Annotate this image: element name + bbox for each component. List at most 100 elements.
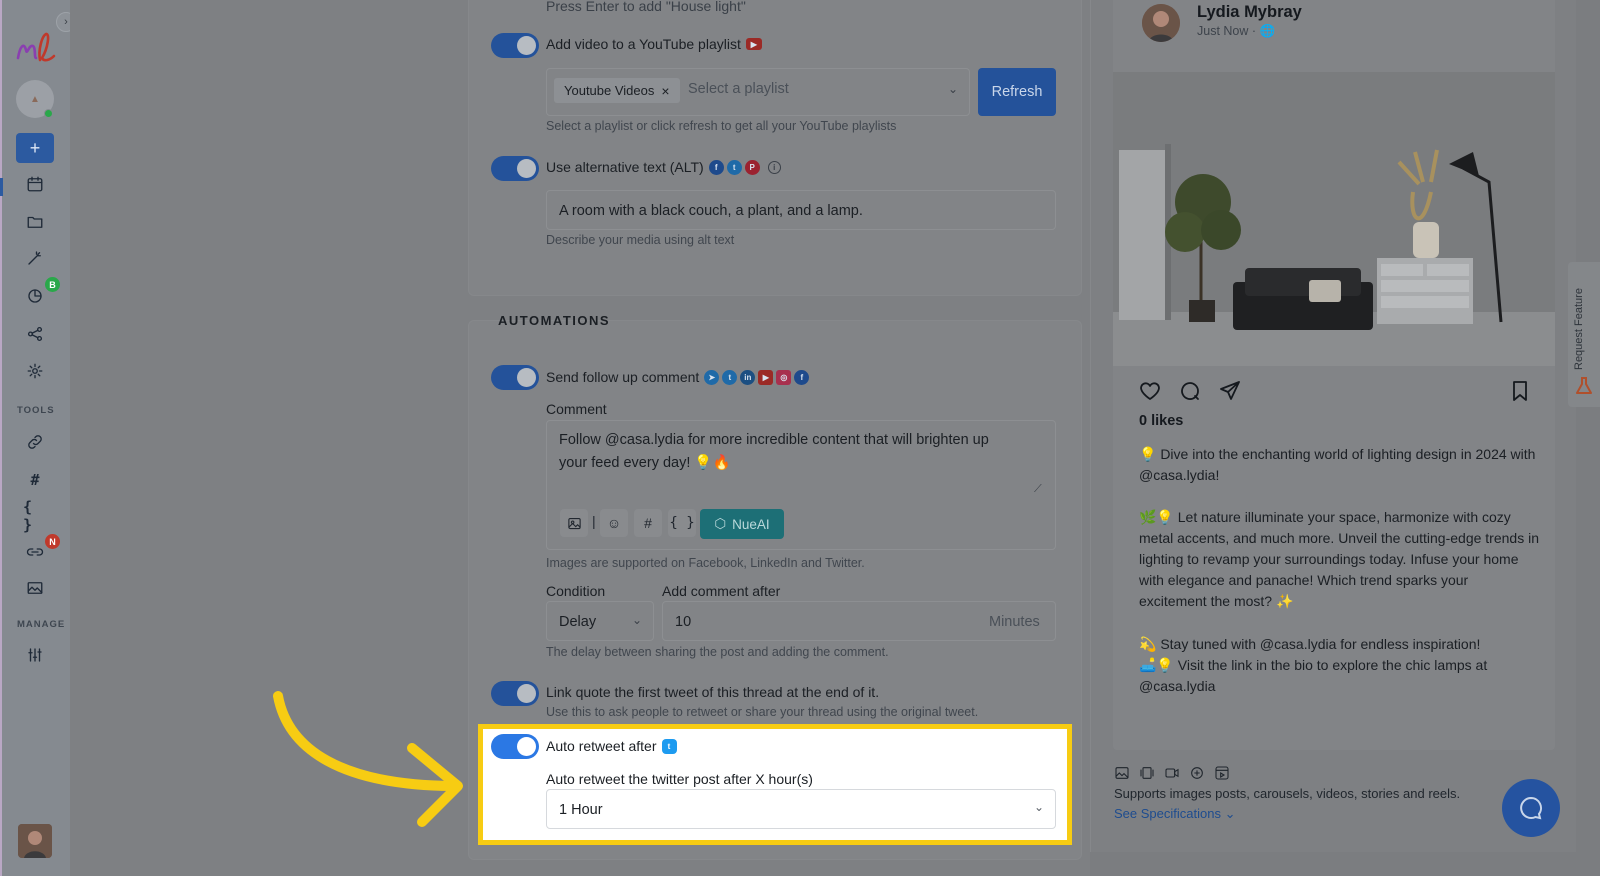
delay-value: 10: [675, 614, 692, 630]
linkedin-icon: in: [740, 369, 756, 385]
manage-section-label: MANAGE: [17, 619, 66, 630]
gear-icon[interactable]: [23, 359, 47, 383]
auto-retweet-label: Auto retweet after: [546, 738, 657, 754]
like-heart-icon[interactable]: [1138, 379, 1162, 408]
delay-hint: The delay between sharing the post and a…: [546, 645, 889, 659]
help-chat-button[interactable]: [1502, 779, 1560, 837]
send-icon[interactable]: [1218, 379, 1242, 408]
insert-image-icon[interactable]: [560, 509, 588, 537]
flask-icon: [1576, 377, 1592, 394]
online-status-dot: [44, 109, 53, 118]
follow-up-toggle[interactable]: [491, 365, 539, 390]
tools-section-label: TOOLS: [17, 405, 55, 416]
condition-value: Delay: [559, 614, 597, 630]
hashtag-icon[interactable]: #: [634, 509, 662, 537]
video-type-icon: [1165, 768, 1179, 778]
alt-text-toggle[interactable]: [491, 156, 539, 181]
carousel-type-icon: [1140, 767, 1154, 779]
youtube-toggle-label: Add video to a YouTube playlist: [546, 36, 741, 52]
chevron-down-icon[interactable]: ⌄: [632, 613, 642, 627]
playlist-hint: Select a playlist or click refresh to ge…: [546, 119, 897, 133]
analytics-badge: B: [45, 277, 60, 292]
caption-paragraph-3a: 💫 Stay tuned with @casa.lydia for endles…: [1139, 636, 1481, 652]
nueai-button[interactable]: ⬡ NueAI: [700, 509, 784, 539]
comment-bubble-icon[interactable]: [1178, 379, 1202, 408]
follow-up-row: Send follow up comment ➤ t in ▶ ◎ f: [546, 369, 810, 385]
post-image: [1113, 72, 1555, 366]
youtube-playlist-toggle[interactable]: [491, 33, 539, 58]
braces-icon[interactable]: { }: [668, 509, 696, 537]
shortlink-icon[interactable]: [23, 540, 47, 564]
chevron-down-icon[interactable]: ⌄: [948, 82, 958, 96]
supported-formats-text: Supports images posts, carousels, videos…: [1114, 786, 1461, 801]
braces-icon[interactable]: { }: [23, 498, 47, 534]
youtube-icon: ▶: [758, 369, 774, 385]
globe-icon: 🌐: [1259, 24, 1276, 38]
auto-retweet-toggle[interactable]: [491, 734, 539, 759]
toolbar-divider: |: [592, 513, 596, 529]
user-avatar[interactable]: [18, 824, 52, 858]
comment-label: Comment: [546, 401, 607, 417]
follow-up-label: Send follow up comment: [546, 369, 700, 385]
auto-retweet-value: 1 Hour: [559, 802, 603, 818]
condition-label: Condition: [546, 583, 606, 599]
twitter-icon: t: [661, 738, 677, 754]
pinterest-icon: P: [744, 159, 760, 175]
resize-handle-icon[interactable]: ⟋: [1034, 483, 1042, 496]
add-after-label: Add comment after: [662, 583, 781, 599]
alt-text-value: A room with a black couch, a plant, and …: [559, 203, 863, 219]
images-hint: Images are supported on Facebook, Linked…: [546, 556, 865, 570]
caption-paragraph-1: 💡 Dive into the enchanting world of ligh…: [1139, 446, 1536, 483]
cube-icon: ⬡: [714, 516, 727, 531]
chip-remove-icon[interactable]: ×: [661, 83, 669, 99]
preview-time-text: Just Now ·: [1197, 24, 1260, 38]
telegram-icon: ➤: [704, 369, 720, 385]
auto-retweet-row: Auto retweet after t: [546, 738, 677, 754]
facebook-icon: f: [708, 159, 724, 175]
preview-avatar: [1142, 4, 1180, 42]
twitter-icon: t: [726, 159, 742, 175]
auto-retweet-sub-label: Auto retweet the twitter post after X ho…: [546, 771, 813, 787]
playlist-placeholder: Select a playlist: [688, 81, 789, 97]
emoji-icon[interactable]: ☺: [600, 509, 628, 537]
see-specifications-label: See Specifications: [1114, 806, 1221, 821]
caption-paragraph-3b: 🛋️💡 Visit the link in the bio to explore…: [1139, 657, 1488, 694]
youtube-toggle-row: Add video to a YouTube playlist ▶: [546, 36, 762, 52]
shortlink-badge: N: [45, 534, 60, 549]
preview-name: Lydia Mybray: [1197, 3, 1302, 21]
folder-icon[interactable]: [23, 210, 47, 234]
story-type-icon: [1191, 767, 1203, 779]
auto-retweet-select[interactable]: [546, 789, 1056, 829]
analytics-icon[interactable]: [23, 284, 47, 308]
playlist-chip-label: Youtube Videos: [564, 83, 655, 98]
nueai-label: NueAI: [732, 516, 770, 532]
reel-type-icon: [1215, 766, 1229, 780]
see-specifications-link[interactable]: See Specifications ⌄: [1114, 806, 1235, 822]
image-type-icon: [1115, 767, 1129, 779]
calendar-icon[interactable]: [23, 172, 47, 196]
automations-title: AUTOMATIONS: [498, 313, 611, 328]
share-icon[interactable]: [23, 322, 47, 346]
link-quote-toggle[interactable]: [491, 681, 539, 706]
info-icon[interactable]: i: [767, 160, 781, 174]
preview-time: Just Now · 🌐: [1197, 24, 1275, 39]
comment-line-2: your feed every day! 💡🔥: [559, 455, 731, 471]
alt-hint: Describe your media using alt text: [546, 233, 735, 247]
link-quote-hint: Use this to ask people to retweet or sha…: [546, 705, 979, 719]
caption-paragraph-2: 🌿💡 Let nature illuminate your space, har…: [1139, 509, 1539, 609]
sliders-icon[interactable]: [23, 643, 47, 667]
chat-bubble-icon: [1520, 796, 1542, 820]
delay-unit: Minutes: [989, 614, 1040, 630]
link-icon[interactable]: [23, 430, 47, 454]
hashtag-icon[interactable]: #: [23, 468, 47, 492]
create-post-button[interactable]: +: [16, 133, 54, 163]
media-library-icon[interactable]: [23, 576, 47, 600]
twitter-icon: t: [722, 369, 738, 385]
chevron-down-icon[interactable]: ⌄: [1034, 800, 1044, 814]
magic-wand-icon[interactable]: [23, 246, 47, 270]
playlist-chip[interactable]: Youtube Videos ×: [554, 78, 680, 103]
refresh-button[interactable]: Refresh: [978, 68, 1056, 116]
bookmark-icon[interactable]: [1508, 379, 1532, 408]
likes-count: 0 likes: [1139, 413, 1184, 429]
alt-toggle-row: Use alternative text (ALT) f t P i: [546, 159, 781, 175]
